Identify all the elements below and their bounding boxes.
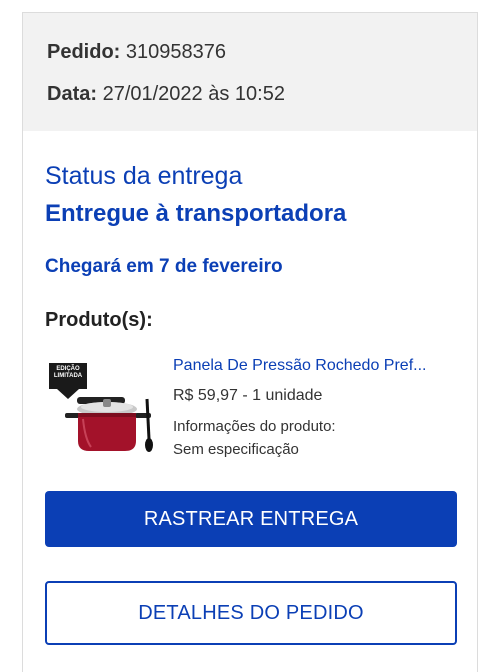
product-name-link[interactable]: Panela De Pressão Rochedo Pref...	[173, 355, 463, 377]
order-number-value: 310958376	[125, 41, 227, 63]
delivery-status-value: Entregue à transportadora	[45, 200, 347, 227]
products-label: Produto(s):	[45, 309, 153, 331]
limited-edition-badge: EDIÇÃO LIMITADA	[53, 366, 83, 379]
order-number-row: Pedido: 310958376	[47, 39, 453, 65]
product-price-quantity: R$ 59,97 - 1 unidade	[173, 387, 323, 404]
product-thumbnail[interactable]: EDIÇÃO LIMITADA	[45, 355, 161, 455]
order-content: Status da entrega Entregue à transportad…	[23, 161, 477, 645]
order-date-label: Data:	[47, 83, 98, 105]
order-date-row: Data: 27/01/2022 às 10:52	[47, 81, 453, 107]
track-delivery-button[interactable]: RASTREAR ENTREGA	[45, 491, 457, 547]
delivery-eta: Chegará em 7 de fevereiro	[45, 256, 283, 277]
product-info-label: Informações do produto:	[173, 418, 336, 435]
order-date-value: 27/01/2022 às 10:52	[102, 83, 285, 105]
delivery-status-caption: Status da entrega	[45, 162, 243, 190]
order-header: Pedido: 310958376 Data: 27/01/2022 às 10…	[23, 13, 477, 131]
order-number-label: Pedido:	[47, 41, 121, 63]
order-card: Pedido: 310958376 Data: 27/01/2022 às 10…	[22, 12, 478, 672]
product-info-value: Sem especificação	[173, 441, 299, 458]
order-details-button[interactable]: DETALHES DO PEDIDO	[45, 581, 457, 645]
product-info: Panela De Pressão Rochedo Pref... R$ 59,…	[173, 355, 463, 471]
product-item: EDIÇÃO LIMITADA Panela De Pressão Roched…	[45, 355, 455, 471]
